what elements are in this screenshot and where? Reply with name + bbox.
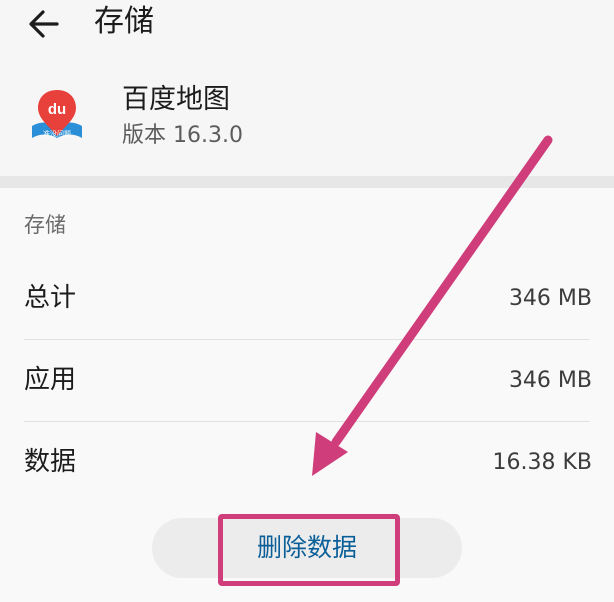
row-value: 346 MB (508, 286, 592, 311)
storage-row-app: 应用 346 MB (0, 340, 614, 422)
storage-row-total: 总计 346 MB (0, 258, 614, 340)
storage-section: 存储 总计 346 MB 应用 346 MB 数据 16.38 KB 删除数据 (0, 188, 614, 602)
app-version: 版本 16.3.0 (122, 123, 243, 148)
app-name: 百度地图 (122, 84, 230, 115)
app-icon-tagline: 准没问题 (43, 129, 71, 138)
back-button[interactable] (26, 6, 62, 42)
row-value: 16.38 KB (492, 450, 593, 475)
arrow-left-icon (29, 10, 59, 38)
clear-data-button[interactable]: 删除数据 (152, 518, 462, 578)
page-title: 存储 (94, 4, 154, 39)
row-label: 应用 (24, 365, 77, 395)
section-label: 存储 (24, 213, 66, 237)
app-icon-text: du (48, 101, 66, 118)
row-value: 346 MB (508, 368, 592, 393)
section-separator (0, 176, 614, 188)
clear-data-label: 删除数据 (256, 533, 357, 562)
row-label: 数据 (24, 447, 77, 477)
baidu-maps-icon: du 准没问题 (32, 90, 82, 138)
storage-row-data: 数据 16.38 KB (0, 422, 614, 504)
app-info: du 准没问题 百度地图 版本 16.3.0 (0, 62, 614, 176)
title-bar: 存储 (0, 0, 614, 62)
row-label: 总计 (24, 283, 77, 313)
